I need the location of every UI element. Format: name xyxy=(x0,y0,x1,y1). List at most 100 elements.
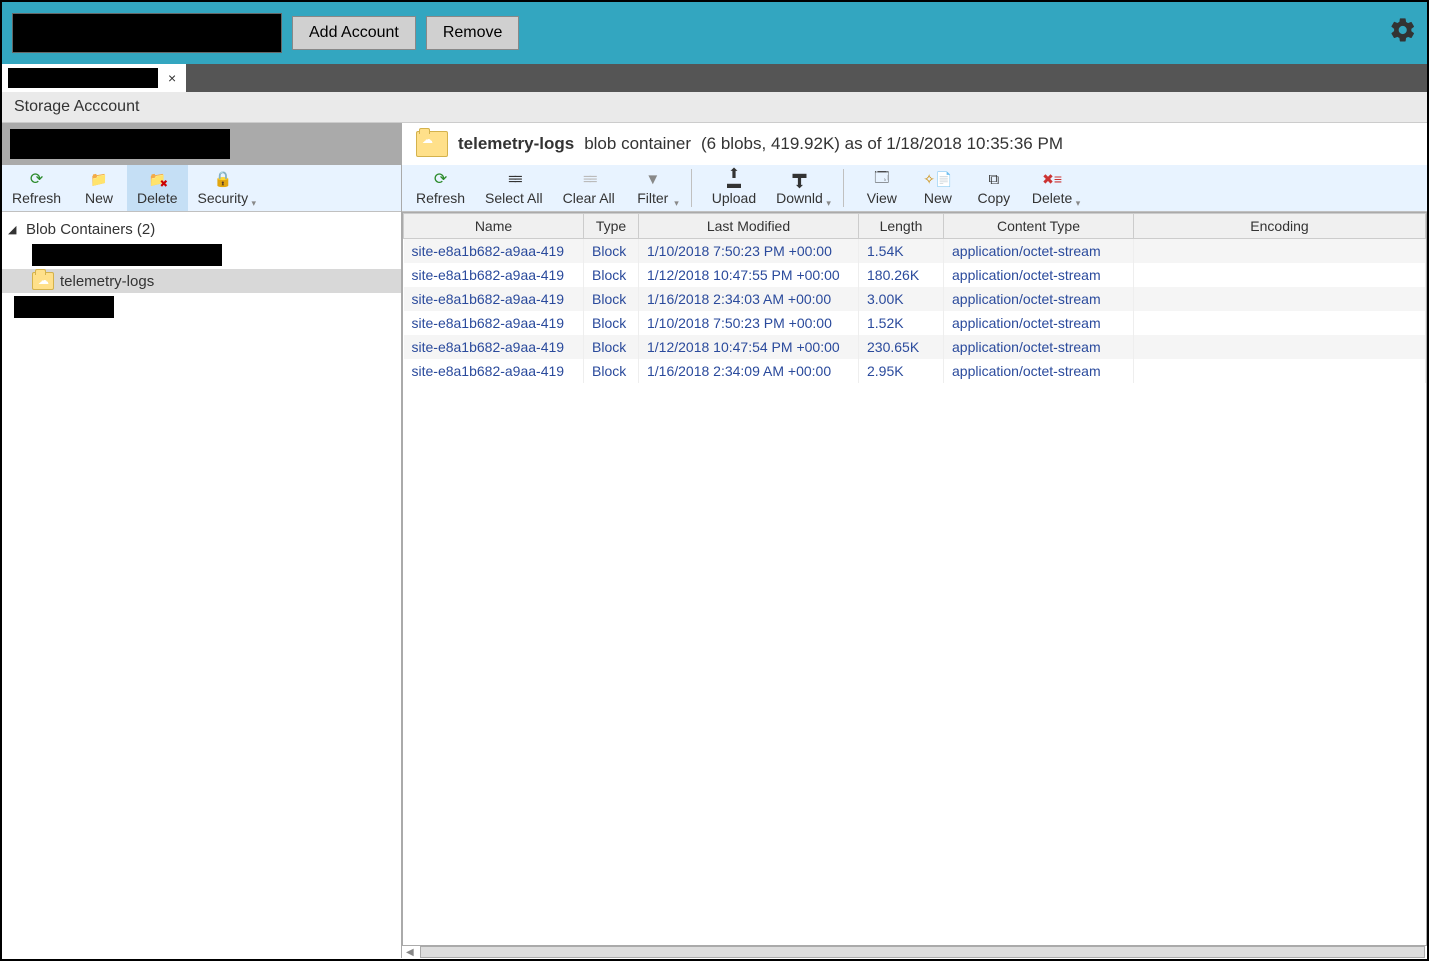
remove-account-button[interactable]: Remove xyxy=(426,16,520,50)
upload-button[interactable]: ⬆▬ Upload xyxy=(702,165,766,211)
cell-encoding xyxy=(1134,239,1426,264)
clear-all-icon: ≡≡ xyxy=(583,170,595,188)
delete-button[interactable]: 📁✖ Delete xyxy=(127,165,187,211)
new-blob-button[interactable]: ✧📄 New xyxy=(910,165,966,211)
table-row[interactable]: site-e8a1b682-a9aa-419Block1/10/2018 7:5… xyxy=(404,311,1426,335)
tree-item-telemetry-logs[interactable]: telemetry-logs xyxy=(2,269,401,293)
cell-content_type: application/octet-stream xyxy=(944,311,1134,335)
toolbar-separator xyxy=(691,169,692,207)
toolbar-label: Filter xyxy=(637,190,668,206)
refresh-button[interactable]: ⟳ Refresh xyxy=(406,165,475,211)
download-icon: ▬⬇ xyxy=(792,170,806,188)
col-last-modified[interactable]: Last Modified xyxy=(639,214,859,239)
cell-content_type: application/octet-stream xyxy=(944,263,1134,287)
cell-last_modified: 1/16/2018 2:34:09 AM +00:00 xyxy=(639,359,859,383)
copy-button[interactable]: ⧉ Copy xyxy=(966,165,1022,211)
view-button[interactable]: 🗔 View xyxy=(854,165,910,211)
scroll-left-icon[interactable]: ◀ xyxy=(402,947,418,958)
blob-table: Name Type Last Modified Length Content T… xyxy=(402,212,1427,946)
filter-button[interactable]: ▼ Filter ▾ xyxy=(625,165,681,211)
cell-last_modified: 1/12/2018 10:47:54 PM +00:00 xyxy=(639,335,859,359)
refresh-icon: ⟳ xyxy=(434,170,447,188)
tab-title-redacted xyxy=(8,68,158,88)
container-stats: (6 blobs, 419.92K) as of 1/18/2018 10:35… xyxy=(701,134,1063,154)
cell-length: 1.54K xyxy=(859,239,944,264)
expand-caret-icon[interactable]: ◢ xyxy=(8,223,20,236)
clear-all-button[interactable]: ≡≡ Clear All xyxy=(553,165,625,211)
toolbar-label: Downld xyxy=(776,190,823,206)
delete-label: Delete xyxy=(137,190,177,206)
col-length[interactable]: Length xyxy=(859,214,944,239)
right-toolbar: ⟳ Refresh ≡≡ Select All ≡≡ Clear All ▼ F… xyxy=(402,165,1427,212)
funnel-icon: ▼ xyxy=(645,170,660,188)
col-encoding[interactable]: Encoding xyxy=(1134,214,1426,239)
dropdown-caret-icon[interactable]: ▾ xyxy=(1076,198,1081,209)
breadcrumb-label: Storage Acccount xyxy=(14,98,139,115)
add-account-button[interactable]: Add Account xyxy=(292,16,416,50)
toolbar-separator xyxy=(843,169,844,207)
new-button[interactable]: 📁 New xyxy=(71,165,127,211)
cell-type: Block xyxy=(584,359,639,383)
dropdown-caret-icon[interactable]: ▾ xyxy=(252,198,257,209)
lock-icon: 🔒 xyxy=(213,170,232,188)
cell-last_modified: 1/10/2018 7:50:23 PM +00:00 xyxy=(639,311,859,335)
account-selector-redacted[interactable] xyxy=(12,13,282,53)
tree-group-label: Blob Containers (2) xyxy=(26,221,155,238)
download-button[interactable]: ▬⬇ Downld ▾ xyxy=(766,165,833,211)
toolbar-label: Upload xyxy=(712,190,756,206)
toolbar-label: Clear All xyxy=(563,190,615,206)
dropdown-caret-icon[interactable]: ▾ xyxy=(674,198,679,209)
cell-length: 230.65K xyxy=(859,335,944,359)
cell-encoding xyxy=(1134,263,1426,287)
refresh-icon: ⟳ xyxy=(30,170,43,188)
table-row[interactable]: site-e8a1b682-a9aa-419Block1/12/2018 10:… xyxy=(404,263,1426,287)
cell-name: site-e8a1b682-a9aa-419 xyxy=(404,263,584,287)
new-label: New xyxy=(85,190,113,206)
tree-item-label: telemetry-logs xyxy=(60,273,154,290)
table-header-row: Name Type Last Modified Length Content T… xyxy=(404,214,1426,239)
dropdown-caret-icon[interactable]: ▾ xyxy=(826,198,831,209)
settings-gear-icon[interactable] xyxy=(1389,16,1417,51)
refresh-button[interactable]: ⟳ Refresh xyxy=(2,165,71,211)
tab-active[interactable]: × xyxy=(2,64,186,92)
col-type[interactable]: Type xyxy=(584,214,639,239)
table-row[interactable]: site-e8a1b682-a9aa-419Block1/12/2018 10:… xyxy=(404,335,1426,359)
tree-item-redacted-1[interactable] xyxy=(2,241,401,269)
cell-type: Block xyxy=(584,287,639,311)
cloud-folder-icon xyxy=(32,272,54,290)
security-button[interactable]: 🔒 Security ▾ xyxy=(188,165,259,211)
cell-type: Block xyxy=(584,311,639,335)
tab-strip: × xyxy=(2,64,1427,92)
copy-icon: ⧉ xyxy=(988,170,999,188)
cell-content_type: application/octet-stream xyxy=(944,359,1134,383)
toolbar-label: Copy xyxy=(978,190,1011,206)
security-label: Security xyxy=(198,190,249,206)
cell-encoding xyxy=(1134,311,1426,335)
breadcrumb: Storage Acccount xyxy=(2,92,1427,123)
tree-item-redacted-2[interactable] xyxy=(2,293,401,321)
select-all-button[interactable]: ≡≡ Select All xyxy=(475,165,553,211)
account-name-redacted xyxy=(10,129,230,159)
cell-name: site-e8a1b682-a9aa-419 xyxy=(404,335,584,359)
horizontal-scrollbar[interactable] xyxy=(420,946,1425,958)
container-title: telemetry-logs xyxy=(458,134,574,154)
delete-blob-button[interactable]: ✖≡ Delete ▾ xyxy=(1022,165,1082,211)
tree-group-header[interactable]: ◢ Blob Containers (2) xyxy=(2,218,401,241)
col-name[interactable]: Name xyxy=(404,214,584,239)
cell-length: 2.95K xyxy=(859,359,944,383)
cell-name: site-e8a1b682-a9aa-419 xyxy=(404,311,584,335)
cell-last_modified: 1/10/2018 7:50:23 PM +00:00 xyxy=(639,239,859,264)
table-row[interactable]: site-e8a1b682-a9aa-419Block1/10/2018 7:5… xyxy=(404,239,1426,264)
cell-name: site-e8a1b682-a9aa-419 xyxy=(404,239,584,264)
close-icon[interactable]: × xyxy=(164,70,180,86)
toolbar-label: Select All xyxy=(485,190,543,206)
cell-name: site-e8a1b682-a9aa-419 xyxy=(404,359,584,383)
new-icon: ✧📄 xyxy=(923,170,952,188)
table-row[interactable]: site-e8a1b682-a9aa-419Block1/16/2018 2:3… xyxy=(404,287,1426,311)
table-row[interactable]: site-e8a1b682-a9aa-419Block1/16/2018 2:3… xyxy=(404,359,1426,383)
account-header xyxy=(2,123,401,165)
top-toolbar: Add Account Remove xyxy=(2,2,1427,64)
cell-name: site-e8a1b682-a9aa-419 xyxy=(404,287,584,311)
col-content-type[interactable]: Content Type xyxy=(944,214,1134,239)
blob-tree: ◢ Blob Containers (2) telemetry-logs xyxy=(2,212,401,327)
